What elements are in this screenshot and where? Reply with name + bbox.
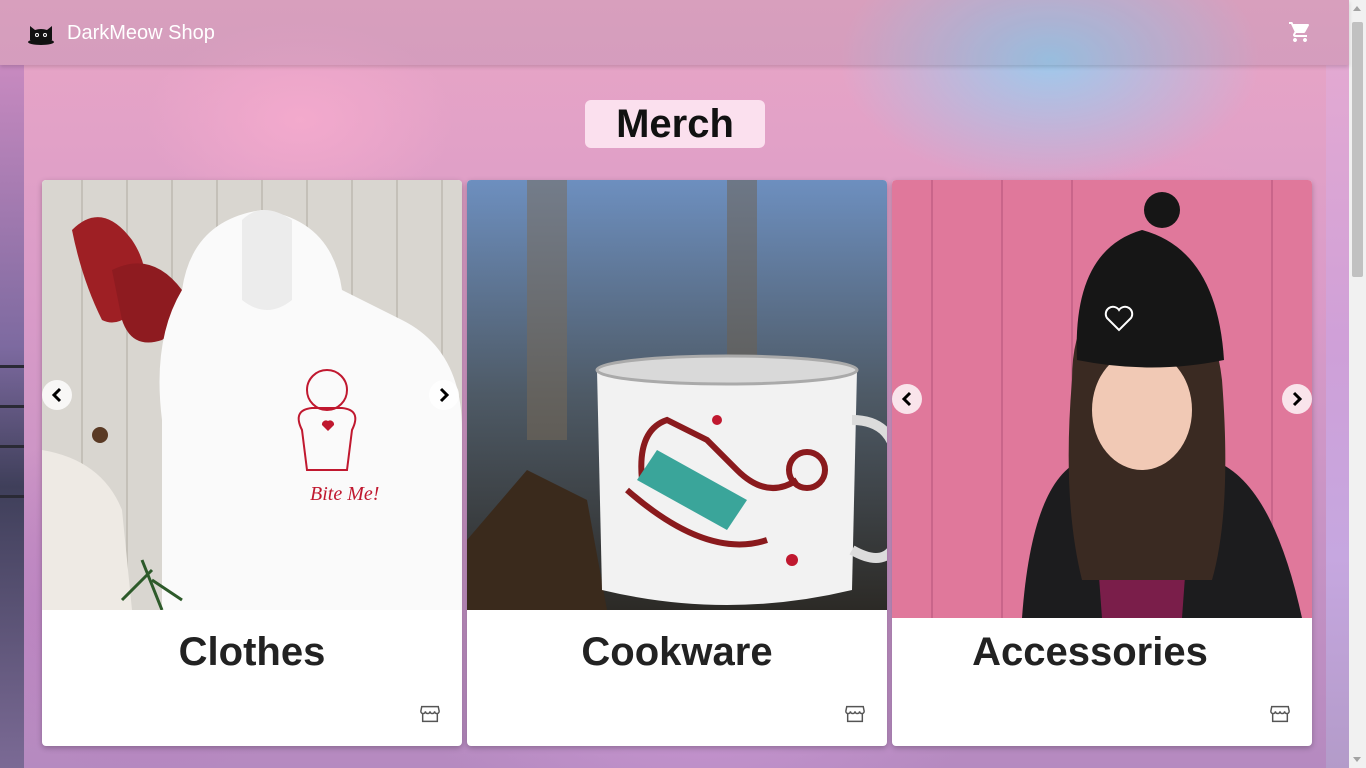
store-icon[interactable] xyxy=(1269,703,1291,725)
cart-icon[interactable] xyxy=(1288,20,1312,44)
store-icon[interactable] xyxy=(844,703,866,725)
app-bar: DarkMeow Shop xyxy=(0,0,1349,65)
chevron-right-icon xyxy=(439,387,450,403)
cat-logo-icon xyxy=(28,26,54,45)
carousel-next-button[interactable] xyxy=(429,380,459,410)
category-title[interactable]: Clothes xyxy=(42,630,462,675)
accessories-image xyxy=(892,180,1312,618)
category-title[interactable]: Accessories xyxy=(892,630,1300,675)
cookware-image xyxy=(467,180,887,610)
category-card-cookware[interactable]: Cookware xyxy=(467,180,887,746)
scroll-up-arrow-icon[interactable] xyxy=(1353,6,1361,11)
category-card-accessories[interactable]: Accessories xyxy=(892,180,1312,746)
page-title: Merch xyxy=(616,101,734,146)
brand-name: DarkMeow Shop xyxy=(67,21,215,44)
carousel-next-button[interactable] xyxy=(1282,384,1312,414)
page-title-container: Merch xyxy=(585,100,765,148)
chevron-left-icon xyxy=(901,391,912,407)
chevron-right-icon xyxy=(1292,391,1303,407)
category-card-clothes[interactable]: Bite Me! Clothes xyxy=(42,180,462,746)
clothes-image: Bite Me! xyxy=(42,180,462,610)
background-right-edge xyxy=(1326,65,1350,768)
background-left-edge xyxy=(0,65,24,768)
store-icon[interactable] xyxy=(419,703,441,725)
chevron-left-icon xyxy=(51,387,62,403)
carousel-prev-button[interactable] xyxy=(892,384,922,414)
category-title[interactable]: Cookware xyxy=(467,630,887,675)
scrollbar-thumb[interactable] xyxy=(1352,22,1363,277)
page-scrollbar[interactable] xyxy=(1349,0,1366,768)
hoodie-print-text: Bite Me! xyxy=(310,483,379,505)
scroll-down-arrow-icon[interactable] xyxy=(1353,757,1361,762)
brand-link[interactable]: DarkMeow Shop xyxy=(27,20,215,46)
carousel-prev-button[interactable] xyxy=(42,380,72,410)
